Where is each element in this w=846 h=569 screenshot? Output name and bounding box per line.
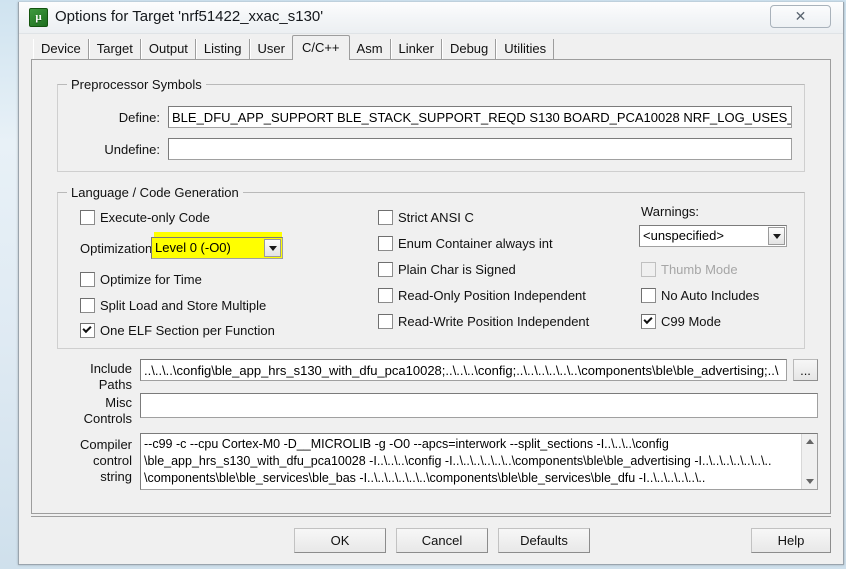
tab-listing[interactable]: Listing xyxy=(195,39,250,60)
include-paths-input[interactable]: ..\..\..\config\ble_app_hrs_s130_with_df… xyxy=(140,359,787,381)
checkbox-read-write-position-independent[interactable]: Read-Write Position Independent xyxy=(378,314,589,329)
checkbox-strict-ansi-c[interactable]: Strict ANSI C xyxy=(378,210,474,225)
undefine-input[interactable] xyxy=(168,138,792,160)
compiler-control-string-line-1: --c99 -c --cpu Cortex-M0 -D__MICROLIB -g… xyxy=(144,437,669,451)
tab-linker[interactable]: Linker xyxy=(390,39,442,60)
checkbox-enum-container-always-int[interactable]: Enum Container always int xyxy=(378,236,553,251)
language-code-generation-group: Language / Code Generation Execute-only … xyxy=(57,185,805,349)
tab-user[interactable]: User xyxy=(249,39,293,60)
misc-controls-input[interactable] xyxy=(140,393,818,418)
compiler-control-string-line-3: \components\ble\ble_services\ble_bas -I.… xyxy=(144,471,706,485)
tab-debug[interactable]: Debug xyxy=(441,39,497,60)
tab-utilities[interactable]: Utilities xyxy=(496,39,555,60)
chevron-down-icon[interactable] xyxy=(264,239,281,257)
include-paths-browse-button[interactable]: ... xyxy=(793,359,818,381)
checkbox-read-only-position-independent[interactable]: Read-Only Position Independent xyxy=(378,288,586,303)
define-input[interactable]: BLE_DFU_APP_SUPPORT BLE_STACK_SUPPORT_RE… xyxy=(168,106,792,128)
compiler-control-string-textarea[interactable]: --c99 -c --cpu Cortex-M0 -D__MICROLIB -g… xyxy=(140,433,818,490)
checkbox-no-auto-includes[interactable]: No Auto Includes xyxy=(641,288,759,303)
checkbox-execute-only-code[interactable]: Execute-only Code xyxy=(80,210,210,225)
checkbox-thumb-mode: Thumb Mode xyxy=(641,262,738,277)
checkbox-plain-char-is-signed[interactable]: Plain Char is Signed xyxy=(378,262,516,277)
define-label: Define: xyxy=(118,110,160,125)
compiler-control-string-label-line3: string xyxy=(100,469,132,484)
compiler-control-string-label-line1: Compiler xyxy=(79,437,132,452)
include-paths-label-line1: Include xyxy=(90,361,132,376)
checkbox-optimize-for-time[interactable]: Optimize for Time xyxy=(80,272,202,287)
checkbox-one-elf-section-per-function[interactable]: One ELF Section per Function xyxy=(80,323,275,338)
tab-asm[interactable]: Asm xyxy=(348,39,391,60)
warnings-label: Warnings: xyxy=(641,204,700,219)
misc-controls-label-line1: Misc xyxy=(105,395,132,410)
warnings-select[interactable]: <unspecified> xyxy=(639,225,787,247)
optimization-select[interactable]: Level 0 (-O0) xyxy=(151,237,283,259)
language-code-generation-title: Language / Code Generation xyxy=(67,185,243,200)
misc-controls-label-line2: Controls xyxy=(83,411,132,426)
optimization-value: Level 0 (-O0) xyxy=(155,240,231,255)
preprocessor-symbols-group: Preprocessor Symbols Define: BLE_DFU_APP… xyxy=(57,77,805,172)
help-button[interactable]: Help xyxy=(751,528,831,553)
compiler-control-scrollbar[interactable] xyxy=(801,434,817,489)
compiler-control-string-line-2: \ble_app_hrs_s130_with_dfu_pca10028 -I..… xyxy=(144,454,772,468)
tab-strip: Device Target Output Listing User C/C++ … xyxy=(19,34,843,60)
tab-c-cpp[interactable]: C/C++ xyxy=(291,35,350,60)
defaults-button[interactable]: Defaults xyxy=(498,528,590,553)
scroll-up-icon[interactable] xyxy=(802,434,817,450)
preprocessor-symbols-title: Preprocessor Symbols xyxy=(67,77,206,92)
warnings-value: <unspecified> xyxy=(643,228,724,243)
ok-button[interactable]: OK xyxy=(294,528,386,553)
c-cpp-tab-panel: Preprocessor Symbols Define: BLE_DFU_APP… xyxy=(31,59,831,514)
cancel-button[interactable]: Cancel xyxy=(396,528,488,553)
uvision-icon: µ xyxy=(29,8,48,27)
checkbox-split-load-and-store-multiple[interactable]: Split Load and Store Multiple xyxy=(80,298,266,313)
include-paths-label-line2: Paths xyxy=(98,377,132,392)
page-title: Options for Target 'nrf51422_xxac_s130' xyxy=(55,8,324,25)
checkbox-c99-mode[interactable]: C99 Mode xyxy=(641,314,721,329)
undefine-label: Undefine: xyxy=(104,142,160,157)
close-icon[interactable]: ✕ xyxy=(770,5,831,28)
optimization-label: Optimization: xyxy=(80,241,156,256)
tab-output[interactable]: Output xyxy=(140,39,196,60)
chevron-down-icon[interactable] xyxy=(768,227,785,245)
tab-device[interactable]: Device xyxy=(33,39,89,60)
button-bar-divider xyxy=(31,516,831,517)
options-dialog: µ Options for Target 'nrf51422_xxac_s130… xyxy=(18,2,844,565)
scroll-down-icon[interactable] xyxy=(802,473,817,489)
tab-target[interactable]: Target xyxy=(88,39,141,60)
title-bar: µ Options for Target 'nrf51422_xxac_s130… xyxy=(19,2,843,34)
compiler-control-string-label-line2: control xyxy=(92,453,132,468)
